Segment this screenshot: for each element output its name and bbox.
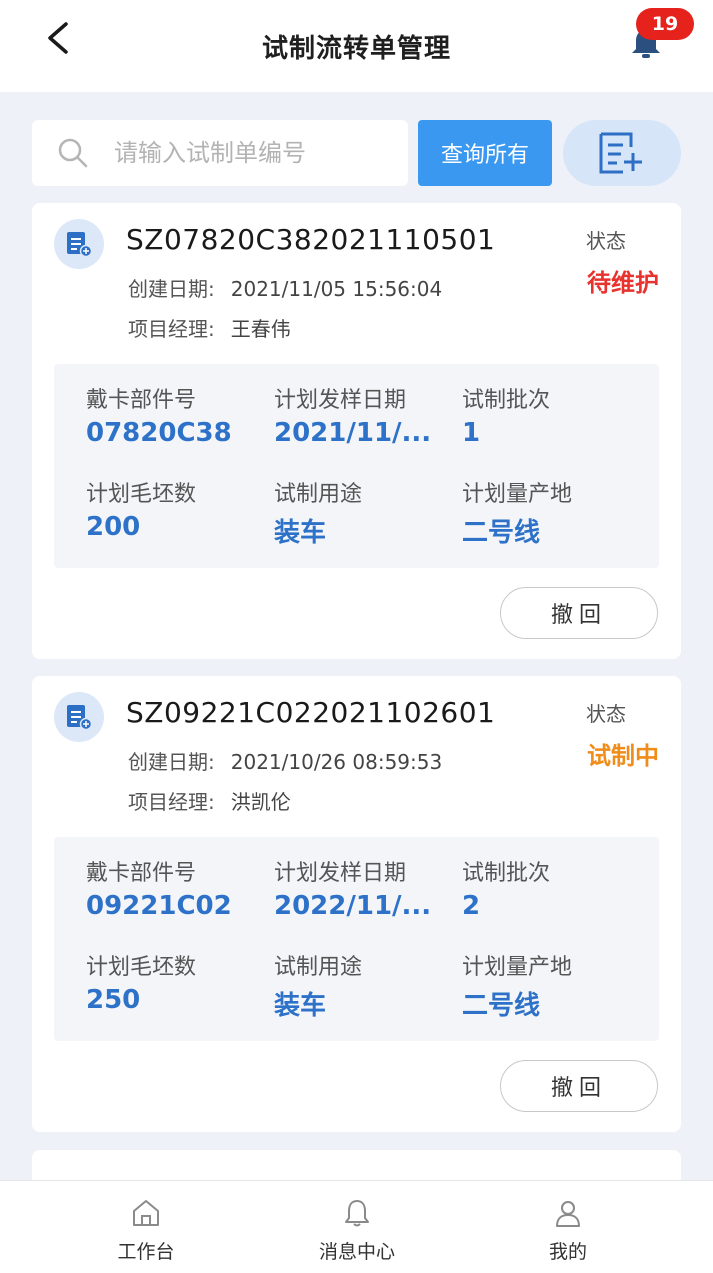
batch-label: 试制批次 (462, 388, 551, 413)
created-date-line: 创建日期: 2021/10/26 08:59:53 (128, 746, 442, 775)
purpose-value: 装车 (274, 991, 327, 1021)
nav-label: 工作台 (117, 1241, 175, 1263)
production-site-value: 二号线 (462, 518, 541, 548)
blank-count-value: 200 (86, 512, 141, 542)
add-document-icon (599, 132, 642, 174)
bell-icon (345, 1200, 369, 1227)
order-card[interactable]: SZ07820C382021110501 创建日期: 2021/11/05 15:… (32, 203, 681, 659)
plan-sample-date-label: 计划发样日期 (274, 861, 407, 886)
app-header: 试制流转单管理 19 (0, 0, 713, 92)
plan-sample-date-value: 2022/11/... (274, 891, 432, 921)
project-manager-value: 王春伟 (230, 317, 291, 341)
batch-label: 试制批次 (462, 861, 551, 886)
blank-count-value: 250 (86, 985, 141, 1015)
plan-sample-date-value: 2021/11/... (274, 418, 432, 448)
blank-count-label: 计划毛坯数 (86, 955, 197, 980)
document-icon (67, 705, 92, 730)
status-badge: 待维护 (587, 269, 659, 297)
search-icon (58, 138, 88, 168)
query-all-button[interactable]: 查询所有 (418, 120, 552, 186)
order-card[interactable]: SZ09221C022021102601 创建日期: 2021/10/26 08:… (32, 676, 681, 1132)
project-manager-value: 洪凯伦 (230, 790, 291, 814)
home-icon (133, 1200, 159, 1226)
project-manager-line: 项目经理: 王春伟 (128, 313, 291, 342)
status-label: 状态 (586, 702, 626, 726)
order-number: SZ07820C382021110501 (126, 223, 496, 256)
nav-item-profile[interactable]: 我的 (488, 1181, 648, 1273)
document-icon (67, 232, 92, 257)
created-date-line: 创建日期: 2021/11/05 15:56:04 (128, 273, 442, 302)
production-site-value: 二号线 (462, 991, 541, 1021)
order-details: 戴卡部件号 09221C02 计划发样日期 2022/11/... 试制批次 2… (54, 837, 659, 1041)
add-order-button[interactable] (563, 120, 681, 186)
bottom-nav: 工作台 消息中心 我的 (0, 1180, 713, 1273)
nav-item-workbench[interactable]: 工作台 (66, 1181, 226, 1273)
page-title: 试制流转单管理 (261, 34, 451, 64)
part-no-value: 07820C38 (86, 418, 232, 448)
plan-sample-date-label: 计划发样日期 (274, 388, 407, 413)
nav-label: 我的 (548, 1241, 587, 1263)
search-input[interactable] (114, 132, 394, 174)
created-date-value: 2021/11/05 15:56:04 (230, 277, 443, 301)
document-icon-wrap (54, 219, 104, 269)
order-details: 戴卡部件号 07820C38 计划发样日期 2021/11/... 试制批次 1… (54, 364, 659, 568)
part-no-value: 09221C02 (86, 891, 232, 921)
purpose-value: 装车 (274, 518, 327, 548)
status-label: 状态 (586, 229, 626, 253)
production-site-label: 计划量产地 (462, 482, 573, 507)
project-manager-line: 项目经理: 洪凯伦 (128, 786, 291, 815)
document-icon-wrap (54, 692, 104, 742)
project-manager-label: 项目经理: (128, 317, 215, 341)
project-manager-label: 项目经理: (128, 790, 215, 814)
purpose-label: 试制用途 (274, 482, 363, 507)
status-badge: 试制中 (587, 742, 659, 770)
revoke-button[interactable]: 撤回 (500, 1060, 658, 1112)
batch-value: 1 (462, 418, 481, 448)
purpose-label: 试制用途 (274, 955, 363, 980)
part-no-label: 戴卡部件号 (86, 388, 197, 413)
blank-count-label: 计划毛坯数 (86, 482, 197, 507)
order-number: SZ09221C022021102601 (126, 696, 496, 729)
notification-badge: 19 (636, 8, 694, 40)
created-date-value: 2021/10/26 08:59:53 (230, 750, 443, 774)
part-no-label: 戴卡部件号 (86, 861, 197, 886)
search-box (32, 120, 408, 186)
production-site-label: 计划量产地 (462, 955, 573, 980)
nav-label: 消息中心 (318, 1241, 395, 1263)
user-icon (556, 1201, 580, 1227)
nav-item-messages[interactable]: 消息中心 (277, 1181, 437, 1273)
created-date-label: 创建日期: (128, 277, 215, 301)
revoke-button[interactable]: 撤回 (500, 587, 658, 639)
batch-value: 2 (462, 891, 481, 921)
created-date-label: 创建日期: (128, 750, 215, 774)
